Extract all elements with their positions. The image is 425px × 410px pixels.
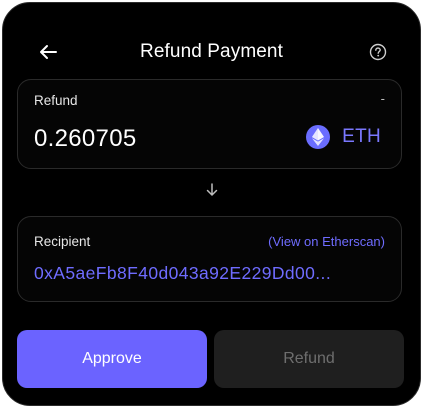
- page-title: Refund Payment: [140, 41, 283, 62]
- token-selector[interactable]: ETH: [306, 125, 381, 149]
- refund-dash: -: [380, 91, 385, 106]
- view-on-etherscan-link[interactable]: (View on Etherscan): [268, 234, 385, 249]
- refund-amount-value: 0.260705: [34, 125, 137, 152]
- recipient-card: Recipient (View on Etherscan) 0xA5aeFb8F…: [17, 216, 402, 302]
- panel-header: Refund Payment: [3, 31, 420, 75]
- question-circle-icon: [369, 43, 387, 61]
- approve-button[interactable]: Approve: [17, 330, 207, 388]
- help-button[interactable]: [368, 42, 388, 62]
- token-symbol: ETH: [342, 126, 381, 147]
- recipient-address[interactable]: 0xA5aeFb8F40d043a92E229Dd00...: [34, 263, 386, 284]
- ethereum-icon: [306, 125, 331, 149]
- arrow-down-icon: [204, 182, 220, 198]
- app-frame: Refund Payment Refund - 0.260705 ETH Rec…: [0, 0, 425, 410]
- refund-button[interactable]: Refund: [214, 330, 404, 388]
- refund-label: Refund: [34, 93, 78, 108]
- refund-amount-card: Refund - 0.260705 ETH: [17, 79, 402, 169]
- recipient-label: Recipient: [34, 234, 91, 249]
